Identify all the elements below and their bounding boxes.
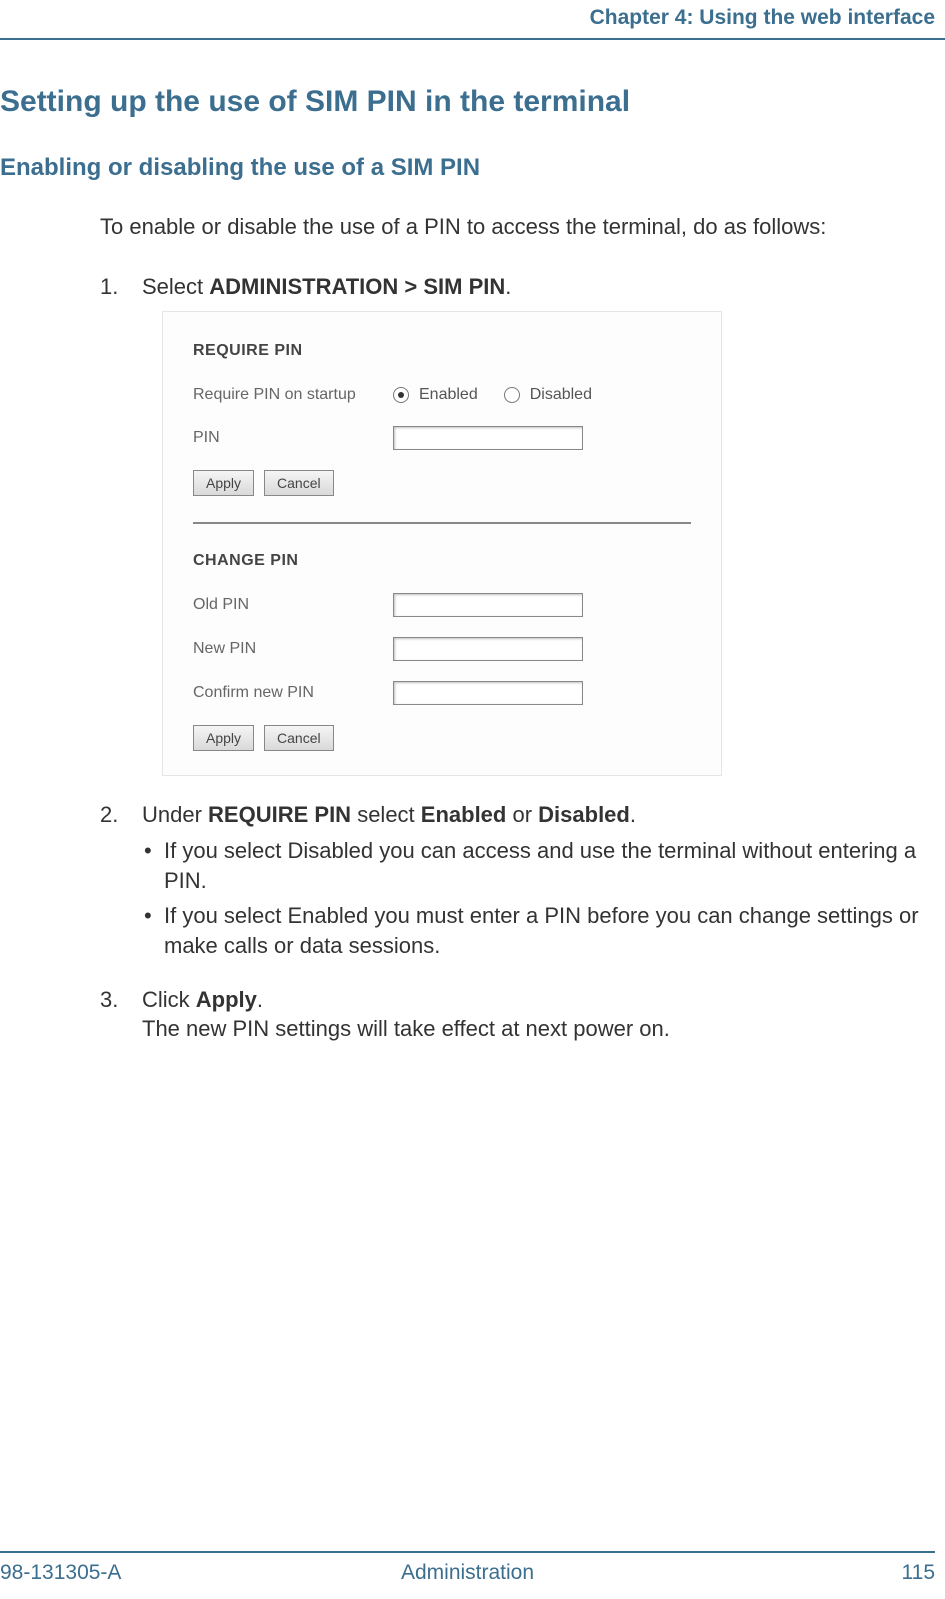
- content: Setting up the use of SIM PIN in the ter…: [0, 85, 935, 1068]
- radio-disabled-label: Disabled: [530, 384, 592, 406]
- s2p3: or: [506, 802, 538, 827]
- confirm-pin-label: Confirm new PIN: [193, 682, 393, 704]
- change-buttons: Apply Cancel: [193, 725, 691, 751]
- cancel-button-2[interactable]: Cancel: [264, 725, 334, 751]
- s2p4: .: [630, 802, 636, 827]
- pin-label: PIN: [193, 427, 393, 449]
- s3p2: .: [257, 987, 263, 1012]
- radio-group: Enabled Disabled: [393, 384, 612, 406]
- subsection-title: Enabling or disabling the use of a SIM P…: [0, 154, 935, 182]
- pin-row: PIN: [193, 426, 691, 450]
- s2p1: Under: [142, 802, 208, 827]
- step-2: Under REQUIRE PIN select Enabled or Disa…: [100, 800, 935, 960]
- radio-disabled[interactable]: [504, 387, 520, 403]
- step-1: Select ADMINISTRATION > SIM PIN. REQUIRE…: [100, 272, 935, 776]
- bullet-disabled: If you select Disabled you can access an…: [142, 836, 935, 895]
- pin-input[interactable]: [393, 426, 583, 450]
- s2b1: REQUIRE PIN: [208, 802, 351, 827]
- s3b1: Apply: [196, 987, 257, 1012]
- apply-button-2[interactable]: Apply: [193, 725, 254, 751]
- old-pin-input[interactable]: [393, 593, 583, 617]
- s3p1: Click: [142, 987, 196, 1012]
- s3-note: The new PIN settings will take effect at…: [142, 1014, 935, 1044]
- old-pin-row: Old PIN: [193, 593, 691, 617]
- step2-bullets: If you select Disabled you can access an…: [142, 836, 935, 961]
- step-3: Click Apply. The new PIN settings will t…: [100, 985, 935, 1044]
- steps-list: Select ADMINISTRATION > SIM PIN. REQUIRE…: [100, 272, 935, 1044]
- section-title: Setting up the use of SIM PIN in the ter…: [0, 85, 935, 119]
- s2b3: Disabled: [538, 802, 630, 827]
- footer-section: Administration: [0, 1561, 935, 1585]
- step1-bold: ADMINISTRATION > SIM PIN: [209, 274, 505, 299]
- body: To enable or disable the use of a PIN to…: [100, 212, 935, 1044]
- page-number: 115: [902, 1561, 935, 1585]
- confirm-pin-input[interactable]: [393, 681, 583, 705]
- page-header: Chapter 4: Using the web interface: [0, 0, 945, 40]
- require-label: Require PIN on startup: [193, 384, 393, 406]
- bullet-enabled: If you select Enabled you must enter a P…: [142, 901, 935, 960]
- confirm-pin-row: Confirm new PIN: [193, 681, 691, 705]
- cancel-button-1[interactable]: Cancel: [264, 470, 334, 496]
- step1-pre: Select: [142, 274, 209, 299]
- new-pin-input[interactable]: [393, 637, 583, 661]
- page-footer: 98-131305-A Administration 115: [0, 1551, 935, 1585]
- apply-button-1[interactable]: Apply: [193, 470, 254, 496]
- s2p2: select: [351, 802, 421, 827]
- old-pin-label: Old PIN: [193, 594, 393, 616]
- change-pin-title: CHANGE PIN: [193, 550, 691, 572]
- radio-enabled-label: Enabled: [419, 384, 478, 406]
- require-pin-title: REQUIRE PIN: [193, 340, 691, 362]
- require-row: Require PIN on startup Enabled Disabled: [193, 384, 691, 406]
- intro-text: To enable or disable the use of a PIN to…: [100, 212, 935, 242]
- require-buttons: Apply Cancel: [193, 470, 691, 496]
- s2b2: Enabled: [421, 802, 507, 827]
- chapter-label: Chapter 4: Using the web interface: [590, 6, 935, 29]
- doc-number: 98-131305-A: [0, 1561, 121, 1585]
- screenshot-panel: REQUIRE PIN Require PIN on startup Enabl…: [162, 311, 722, 776]
- new-pin-row: New PIN: [193, 637, 691, 661]
- new-pin-label: New PIN: [193, 638, 393, 660]
- radio-enabled[interactable]: [393, 387, 409, 403]
- step1-post: .: [505, 274, 511, 299]
- separator: [193, 522, 691, 524]
